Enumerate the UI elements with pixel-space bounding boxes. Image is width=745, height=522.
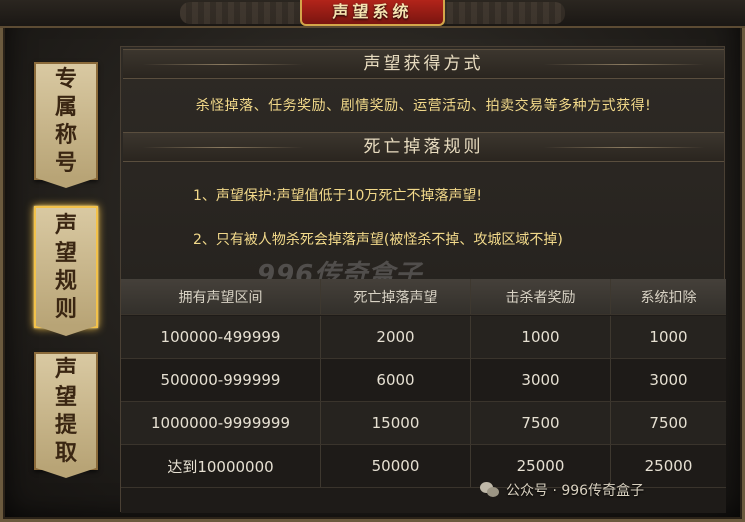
- table-cell: 6000: [321, 359, 471, 401]
- tab-char: 提: [54, 412, 77, 438]
- methods-header: 声望获得方式: [123, 49, 724, 79]
- table-cell: 3000: [649, 371, 688, 389]
- table-cell: 1000000-9999999: [121, 402, 321, 444]
- table-cell: 500000-999999: [121, 359, 321, 401]
- tab-char: 望: [54, 240, 77, 266]
- tab-char: 取: [54, 440, 77, 466]
- table-cell: 15000: [321, 402, 471, 444]
- column-header: 死亡掉落声望: [321, 279, 471, 314]
- content-panel: 声望获得方式 杀怪掉落、任务奖励、剧情奖励、运营活动、拍卖交易等多种方式获得! …: [120, 46, 726, 513]
- tab-char: 属: [54, 94, 77, 120]
- window-title: 声望系统: [300, 0, 445, 26]
- tab-char: 称: [54, 122, 77, 148]
- tab-reputation-rules[interactable]: 声 望 规 则: [34, 206, 98, 336]
- tab-char: 规: [54, 268, 77, 294]
- column-header: 击杀者奖励: [471, 279, 611, 314]
- rule-item: 1、声望保护:声望值低于10万死亡不掉落声望!: [193, 188, 483, 204]
- rules-header-text: 死亡掉落规则: [363, 137, 484, 157]
- wechat-icon: [480, 482, 500, 498]
- table-cell: 1000: [649, 328, 688, 346]
- table-row: 1000000-9999999 15000 7500 7500: [121, 402, 726, 445]
- tab-exclusive-title[interactable]: 专 属 称 号: [34, 62, 98, 188]
- table-cell: 3000: [471, 359, 611, 401]
- header-divider-right: [544, 147, 704, 148]
- table-cell: 达到10000000: [121, 445, 321, 487]
- tab-char: 望: [54, 384, 77, 410]
- table-row: 500000-999999 6000 3000 3000: [121, 359, 726, 402]
- table-cell: 1000: [471, 316, 611, 358]
- column-header: 系统扣除: [640, 289, 697, 306]
- rules-header: 死亡掉落规则: [123, 132, 724, 162]
- right-dragon-ornament: [435, 2, 565, 24]
- tab-char: 专: [54, 66, 77, 92]
- table-cell: 7500: [471, 402, 611, 444]
- header-divider-right: [544, 64, 704, 65]
- table-cell: 50000: [321, 445, 471, 487]
- table-header-row: 拥有声望区间 死亡掉落声望 击杀者奖励 系统扣除: [121, 279, 726, 315]
- table-cell: 2000: [321, 316, 471, 358]
- footer-watermark: 公众号 · 996传奇盒子: [480, 480, 644, 500]
- header-divider-left: [143, 64, 303, 65]
- left-dragon-ornament: [180, 2, 310, 24]
- tab-char: 号: [54, 150, 77, 176]
- tab-char: 则: [54, 296, 77, 322]
- header-divider-left: [143, 147, 303, 148]
- tab-char: 声: [54, 212, 77, 238]
- methods-description: 杀怪掉落、任务奖励、剧情奖励、运营活动、拍卖交易等多种方式获得!: [195, 98, 652, 114]
- footer-text: 公众号 · 996传奇盒子: [506, 483, 645, 499]
- table-cell: 7500: [649, 414, 688, 432]
- rule-item: 2、只有被人物杀死会掉落声望(被怪杀不掉、攻城区域不掉): [193, 232, 563, 248]
- reputation-table: 拥有声望区间 死亡掉落声望 击杀者奖励 系统扣除 100000-499999 2…: [121, 279, 726, 513]
- tab-reputation-withdraw[interactable]: 声 望 提 取: [34, 352, 98, 478]
- column-header: 拥有声望区间: [121, 279, 321, 314]
- table-row: 100000-499999 2000 1000 1000: [121, 316, 726, 359]
- tab-char: 声: [54, 356, 77, 382]
- table-cell: 100000-499999: [121, 316, 321, 358]
- methods-header-text: 声望获得方式: [363, 54, 484, 74]
